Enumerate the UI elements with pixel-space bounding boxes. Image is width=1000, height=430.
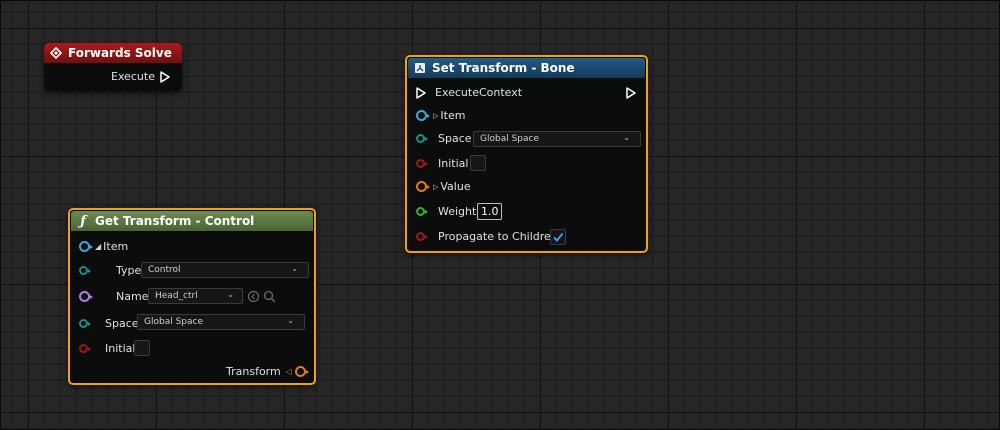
item-label: Item bbox=[440, 109, 466, 122]
set-initial-row: Initial bbox=[416, 157, 468, 170]
value-label: Value bbox=[440, 180, 471, 193]
expand-triangle-icon[interactable]: ▷ bbox=[433, 112, 438, 120]
type-pin-icon[interactable] bbox=[79, 266, 91, 275]
expanded-triangle-icon[interactable]: ◢ bbox=[95, 242, 101, 251]
transform-label: Transform bbox=[226, 365, 281, 378]
chevron-down-icon: ⌄ bbox=[623, 133, 630, 142]
set-weight-row: Weight bbox=[416, 205, 476, 218]
collapsed-triangle-icon[interactable]: ◁ bbox=[286, 367, 292, 376]
item-pin-icon[interactable] bbox=[416, 110, 430, 121]
item-pin-icon[interactable] bbox=[79, 241, 93, 252]
item-label: Item bbox=[103, 240, 129, 253]
chevron-down-icon: ⌄ bbox=[227, 290, 234, 299]
space-label: Space bbox=[438, 132, 472, 145]
function-icon: ƒ bbox=[80, 213, 86, 229]
get-transform-title: Get Transform - Control bbox=[95, 214, 255, 228]
expand-triangle-icon[interactable]: ▷ bbox=[433, 183, 438, 191]
space-dropdown-value: Global Space bbox=[144, 317, 203, 327]
name-pin-icon[interactable] bbox=[79, 291, 93, 302]
set-transform-header[interactable]: Set Transform - Bone bbox=[408, 58, 645, 78]
initial-pin-icon[interactable] bbox=[79, 344, 91, 353]
type-dropdown[interactable]: Control ⌄ bbox=[141, 262, 309, 278]
type-label: Type bbox=[116, 264, 142, 277]
space-pin-icon[interactable] bbox=[416, 134, 428, 143]
set-item-row: ▷ Item bbox=[416, 109, 465, 122]
get-transform-output-row: Transform ◁ bbox=[226, 365, 309, 378]
event-diamond-icon bbox=[50, 47, 62, 59]
execute-context-label: ExecuteContext bbox=[435, 86, 523, 99]
initial-checkbox[interactable] bbox=[470, 155, 486, 171]
rig-unit-icon bbox=[415, 63, 425, 73]
initial-checkbox[interactable] bbox=[134, 340, 150, 356]
get-item-row: ◢ Item bbox=[79, 240, 128, 253]
initial-label: Initial bbox=[438, 157, 469, 170]
set-value-row: ▷ Value bbox=[416, 180, 471, 193]
get-transform-control-node[interactable]: ƒ Get Transform - Control ◢ Item Type Co… bbox=[68, 208, 316, 385]
propagate-checkbox[interactable] bbox=[550, 229, 566, 245]
get-name-row: Name bbox=[79, 290, 148, 303]
space-dropdown[interactable]: Global Space ⌄ bbox=[473, 131, 641, 147]
get-initial-row: Initial bbox=[79, 342, 135, 355]
execute-output-pin-icon[interactable] bbox=[160, 70, 170, 83]
search-icon[interactable] bbox=[263, 290, 276, 303]
space-dropdown-value: Global Space bbox=[480, 134, 539, 144]
chevron-down-icon: ⌄ bbox=[287, 316, 294, 325]
weight-pin-icon[interactable] bbox=[416, 207, 428, 216]
weight-input[interactable]: 1.0 bbox=[477, 203, 502, 220]
forwards-solve-title: Forwards Solve bbox=[68, 46, 172, 60]
execute-output-pin-icon[interactable] bbox=[626, 87, 636, 99]
check-icon bbox=[553, 232, 564, 242]
propagate-label: Propagate to Children bbox=[438, 230, 558, 243]
set-transform-bone-node[interactable]: Set Transform - Bone ExecuteContext ▷ It… bbox=[405, 55, 648, 253]
initial-label: Initial bbox=[105, 342, 136, 355]
execute-input-pin-icon[interactable] bbox=[416, 86, 426, 99]
get-transform-header[interactable]: ƒ Get Transform - Control bbox=[71, 211, 313, 231]
name-dropdown-value: Head_ctrl bbox=[155, 291, 198, 301]
set-space-row: Space bbox=[416, 132, 472, 145]
get-type-row: Type bbox=[79, 264, 141, 277]
forwards-solve-node[interactable]: Forwards Solve Execute bbox=[44, 43, 182, 91]
space-label: Space bbox=[105, 317, 139, 330]
name-dropdown[interactable]: Head_ctrl ⌄ bbox=[148, 288, 243, 304]
chevron-down-icon: ⌄ bbox=[291, 264, 298, 273]
space-pin-icon[interactable] bbox=[79, 319, 91, 328]
execute-context-row: ExecuteContext bbox=[416, 86, 522, 99]
initial-pin-icon[interactable] bbox=[416, 159, 428, 168]
rig-graph-canvas[interactable]: Forwards Solve Execute Set Transform - B… bbox=[0, 0, 1000, 430]
space-dropdown[interactable]: Global Space ⌄ bbox=[137, 314, 305, 330]
name-label: Name bbox=[116, 290, 149, 303]
weight-label: Weight bbox=[438, 205, 477, 218]
type-dropdown-value: Control bbox=[148, 265, 181, 275]
set-propagate-row: Propagate to Children bbox=[416, 230, 558, 243]
forwards-solve-execute-row: Execute bbox=[111, 70, 170, 83]
forwards-solve-header[interactable]: Forwards Solve bbox=[44, 43, 182, 63]
set-transform-title: Set Transform - Bone bbox=[432, 61, 575, 75]
use-selected-icon[interactable] bbox=[247, 290, 260, 303]
propagate-pin-icon[interactable] bbox=[416, 232, 428, 241]
value-pin-icon[interactable] bbox=[416, 181, 430, 192]
execute-label: Execute bbox=[111, 70, 155, 83]
get-space-row: Space bbox=[79, 317, 139, 330]
transform-output-pin-icon[interactable] bbox=[294, 366, 309, 377]
